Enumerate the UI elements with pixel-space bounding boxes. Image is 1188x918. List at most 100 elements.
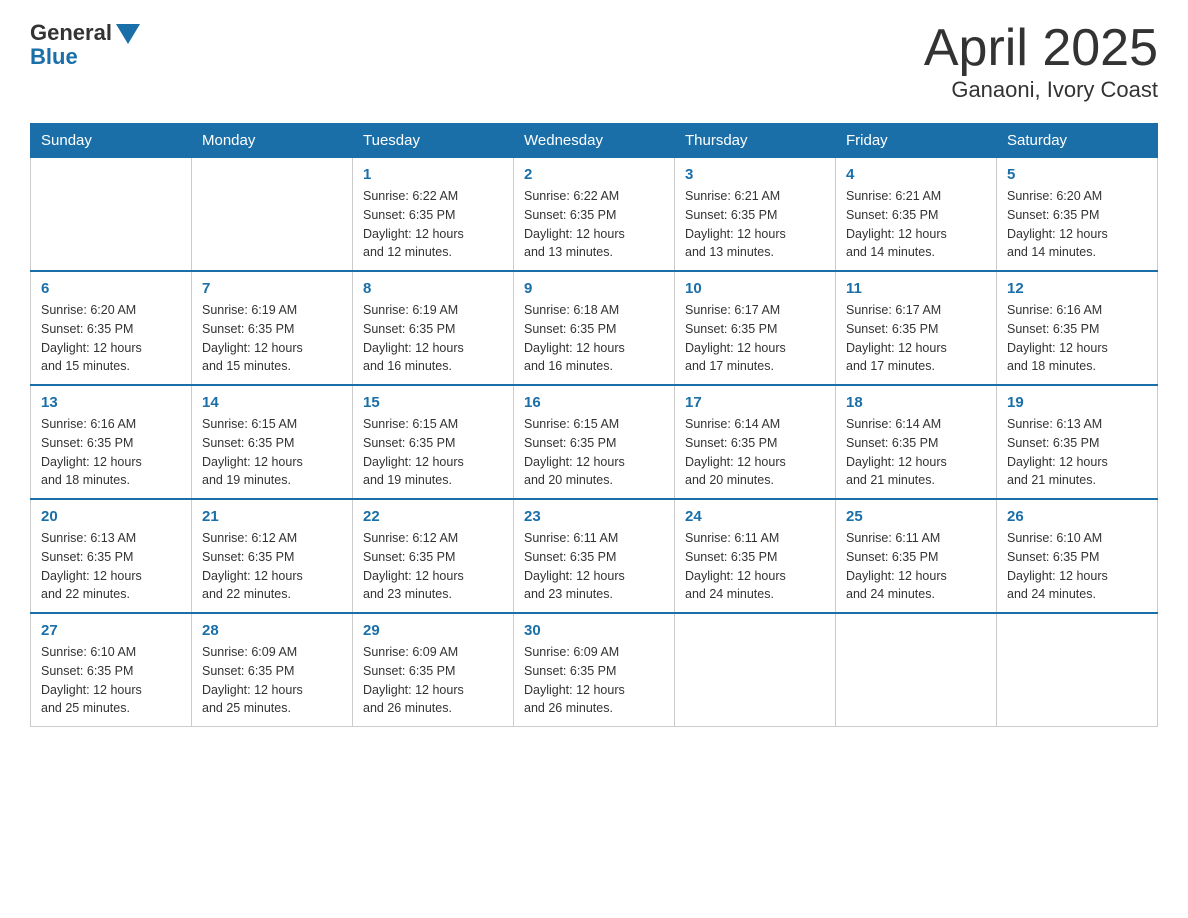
day-info: Sunrise: 6:21 AMSunset: 6:35 PMDaylight:… (846, 187, 986, 262)
calendar-week-row: 20 Sunrise: 6:13 AMSunset: 6:35 PMDayligh… (31, 499, 1158, 613)
day-number: 26 (1007, 508, 1147, 525)
calendar-day-cell (997, 613, 1158, 727)
calendar-day-cell: 23 Sunrise: 6:11 AMSunset: 6:35 PMDayligh… (514, 499, 675, 613)
day-number: 24 (685, 508, 825, 525)
day-of-week-header: Thursday (675, 124, 836, 158)
logo-blue-text: Blue (30, 44, 78, 70)
day-of-week-header: Monday (192, 124, 353, 158)
day-number: 19 (1007, 394, 1147, 411)
logo: General Blue (30, 20, 140, 70)
day-info: Sunrise: 6:09 AMSunset: 6:35 PMDaylight:… (524, 643, 664, 718)
day-number: 14 (202, 394, 342, 411)
logo-general-text: General (30, 20, 112, 46)
day-info: Sunrise: 6:12 AMSunset: 6:35 PMDaylight:… (202, 529, 342, 604)
calendar-day-cell (192, 158, 353, 272)
calendar-subtitle: Ganaoni, Ivory Coast (924, 77, 1158, 103)
page-header: General Blue April 2025 Ganaoni, Ivory C… (30, 20, 1158, 103)
calendar-day-cell: 3 Sunrise: 6:21 AMSunset: 6:35 PMDaylight… (675, 158, 836, 272)
day-info: Sunrise: 6:16 AMSunset: 6:35 PMDaylight:… (1007, 301, 1147, 376)
calendar-day-cell: 25Sunrise: 6:11 AMSunset: 6:35 PMDayligh… (836, 499, 997, 613)
day-number: 28 (202, 622, 342, 639)
day-info: Sunrise: 6:17 AMSunset: 6:35 PMDaylight:… (846, 301, 986, 376)
calendar-day-cell: 17 Sunrise: 6:14 AMSunset: 6:35 PMDayligh… (675, 385, 836, 499)
day-number: 30 (524, 622, 664, 639)
calendar-day-cell: 30 Sunrise: 6:09 AMSunset: 6:35 PMDayligh… (514, 613, 675, 727)
calendar-day-cell: 14 Sunrise: 6:15 AMSunset: 6:35 PMDayligh… (192, 385, 353, 499)
day-info: Sunrise: 6:20 AMSunset: 6:35 PMDaylight:… (41, 301, 181, 376)
calendar-day-cell: 19 Sunrise: 6:13 AMSunset: 6:35 PMDayligh… (997, 385, 1158, 499)
calendar-day-cell: 2 Sunrise: 6:22 AMSunset: 6:35 PMDaylight… (514, 158, 675, 272)
day-number: 27 (41, 622, 181, 639)
calendar-day-cell: 7 Sunrise: 6:19 AMSunset: 6:35 PMDaylight… (192, 271, 353, 385)
calendar-table: SundayMondayTuesdayWednesdayThursdayFrid… (30, 123, 1158, 727)
day-number: 3 (685, 166, 825, 183)
day-info: Sunrise: 6:10 AMSunset: 6:35 PMDaylight:… (41, 643, 181, 718)
calendar-day-cell: 15 Sunrise: 6:15 AMSunset: 6:35 PMDayligh… (353, 385, 514, 499)
day-number: 13 (41, 394, 181, 411)
day-info: Sunrise: 6:15 AMSunset: 6:35 PMDaylight:… (363, 415, 503, 490)
day-number: 17 (685, 394, 825, 411)
day-info: Sunrise: 6:22 AMSunset: 6:35 PMDaylight:… (524, 187, 664, 262)
day-info: Sunrise: 6:15 AMSunset: 6:35 PMDaylight:… (202, 415, 342, 490)
calendar-day-cell: 4 Sunrise: 6:21 AMSunset: 6:35 PMDaylight… (836, 158, 997, 272)
day-number: 6 (41, 280, 181, 297)
day-info: Sunrise: 6:17 AMSunset: 6:35 PMDaylight:… (685, 301, 825, 376)
day-info: Sunrise: 6:09 AMSunset: 6:35 PMDaylight:… (363, 643, 503, 718)
day-info: Sunrise: 6:19 AMSunset: 6:35 PMDaylight:… (202, 301, 342, 376)
calendar-day-cell: 18 Sunrise: 6:14 AMSunset: 6:35 PMDayligh… (836, 385, 997, 499)
day-info: Sunrise: 6:15 AMSunset: 6:35 PMDaylight:… (524, 415, 664, 490)
calendar-week-row: 6 Sunrise: 6:20 AMSunset: 6:35 PMDaylight… (31, 271, 1158, 385)
calendar-day-cell: 6 Sunrise: 6:20 AMSunset: 6:35 PMDaylight… (31, 271, 192, 385)
calendar-week-row: 1 Sunrise: 6:22 AMSunset: 6:35 PMDaylight… (31, 158, 1158, 272)
day-number: 16 (524, 394, 664, 411)
day-number: 2 (524, 166, 664, 183)
day-info: Sunrise: 6:12 AMSunset: 6:35 PMDaylight:… (363, 529, 503, 604)
calendar-day-cell: 5Sunrise: 6:20 AMSunset: 6:35 PMDaylight… (997, 158, 1158, 272)
calendar-day-cell: 1 Sunrise: 6:22 AMSunset: 6:35 PMDaylight… (353, 158, 514, 272)
calendar-day-cell: 27 Sunrise: 6:10 AMSunset: 6:35 PMDayligh… (31, 613, 192, 727)
calendar-day-cell: 13Sunrise: 6:16 AMSunset: 6:35 PMDayligh… (31, 385, 192, 499)
calendar-day-cell (31, 158, 192, 272)
calendar-day-cell: 20 Sunrise: 6:13 AMSunset: 6:35 PMDayligh… (31, 499, 192, 613)
day-info: Sunrise: 6:13 AMSunset: 6:35 PMDaylight:… (1007, 415, 1147, 490)
day-number: 8 (363, 280, 503, 297)
calendar-title: April 2025 (924, 20, 1158, 77)
calendar-week-row: 13Sunrise: 6:16 AMSunset: 6:35 PMDayligh… (31, 385, 1158, 499)
day-number: 4 (846, 166, 986, 183)
calendar-day-cell: 10Sunrise: 6:17 AMSunset: 6:35 PMDayligh… (675, 271, 836, 385)
calendar-day-cell: 28 Sunrise: 6:09 AMSunset: 6:35 PMDayligh… (192, 613, 353, 727)
calendar-day-cell (675, 613, 836, 727)
day-number: 11 (846, 280, 986, 297)
logo-triangle-icon (116, 24, 140, 44)
day-info: Sunrise: 6:13 AMSunset: 6:35 PMDaylight:… (41, 529, 181, 604)
day-info: Sunrise: 6:22 AMSunset: 6:35 PMDaylight:… (363, 187, 503, 262)
calendar-day-cell: 8 Sunrise: 6:19 AMSunset: 6:35 PMDaylight… (353, 271, 514, 385)
calendar-day-cell: 11 Sunrise: 6:17 AMSunset: 6:35 PMDayligh… (836, 271, 997, 385)
day-number: 15 (363, 394, 503, 411)
day-number: 7 (202, 280, 342, 297)
day-number: 23 (524, 508, 664, 525)
day-of-week-header: Sunday (31, 124, 192, 158)
day-number: 20 (41, 508, 181, 525)
day-number: 21 (202, 508, 342, 525)
day-info: Sunrise: 6:11 AMSunset: 6:35 PMDaylight:… (524, 529, 664, 604)
day-number: 22 (363, 508, 503, 525)
day-info: Sunrise: 6:19 AMSunset: 6:35 PMDaylight:… (363, 301, 503, 376)
day-number: 25 (846, 508, 986, 525)
day-info: Sunrise: 6:21 AMSunset: 6:35 PMDaylight:… (685, 187, 825, 262)
day-info: Sunrise: 6:09 AMSunset: 6:35 PMDaylight:… (202, 643, 342, 718)
day-of-week-header: Saturday (997, 124, 1158, 158)
day-info: Sunrise: 6:14 AMSunset: 6:35 PMDaylight:… (685, 415, 825, 490)
day-info: Sunrise: 6:18 AMSunset: 6:35 PMDaylight:… (524, 301, 664, 376)
calendar-day-cell (836, 613, 997, 727)
calendar-day-cell: 24Sunrise: 6:11 AMSunset: 6:35 PMDayligh… (675, 499, 836, 613)
day-of-week-header: Tuesday (353, 124, 514, 158)
day-number: 1 (363, 166, 503, 183)
calendar-day-cell: 22 Sunrise: 6:12 AMSunset: 6:35 PMDayligh… (353, 499, 514, 613)
calendar-day-cell: 21 Sunrise: 6:12 AMSunset: 6:35 PMDayligh… (192, 499, 353, 613)
calendar-day-cell: 26Sunrise: 6:10 AMSunset: 6:35 PMDayligh… (997, 499, 1158, 613)
calendar-day-cell: 29Sunrise: 6:09 AMSunset: 6:35 PMDayligh… (353, 613, 514, 727)
day-info: Sunrise: 6:14 AMSunset: 6:35 PMDaylight:… (846, 415, 986, 490)
day-number: 18 (846, 394, 986, 411)
calendar-day-cell: 9Sunrise: 6:18 AMSunset: 6:35 PMDaylight… (514, 271, 675, 385)
